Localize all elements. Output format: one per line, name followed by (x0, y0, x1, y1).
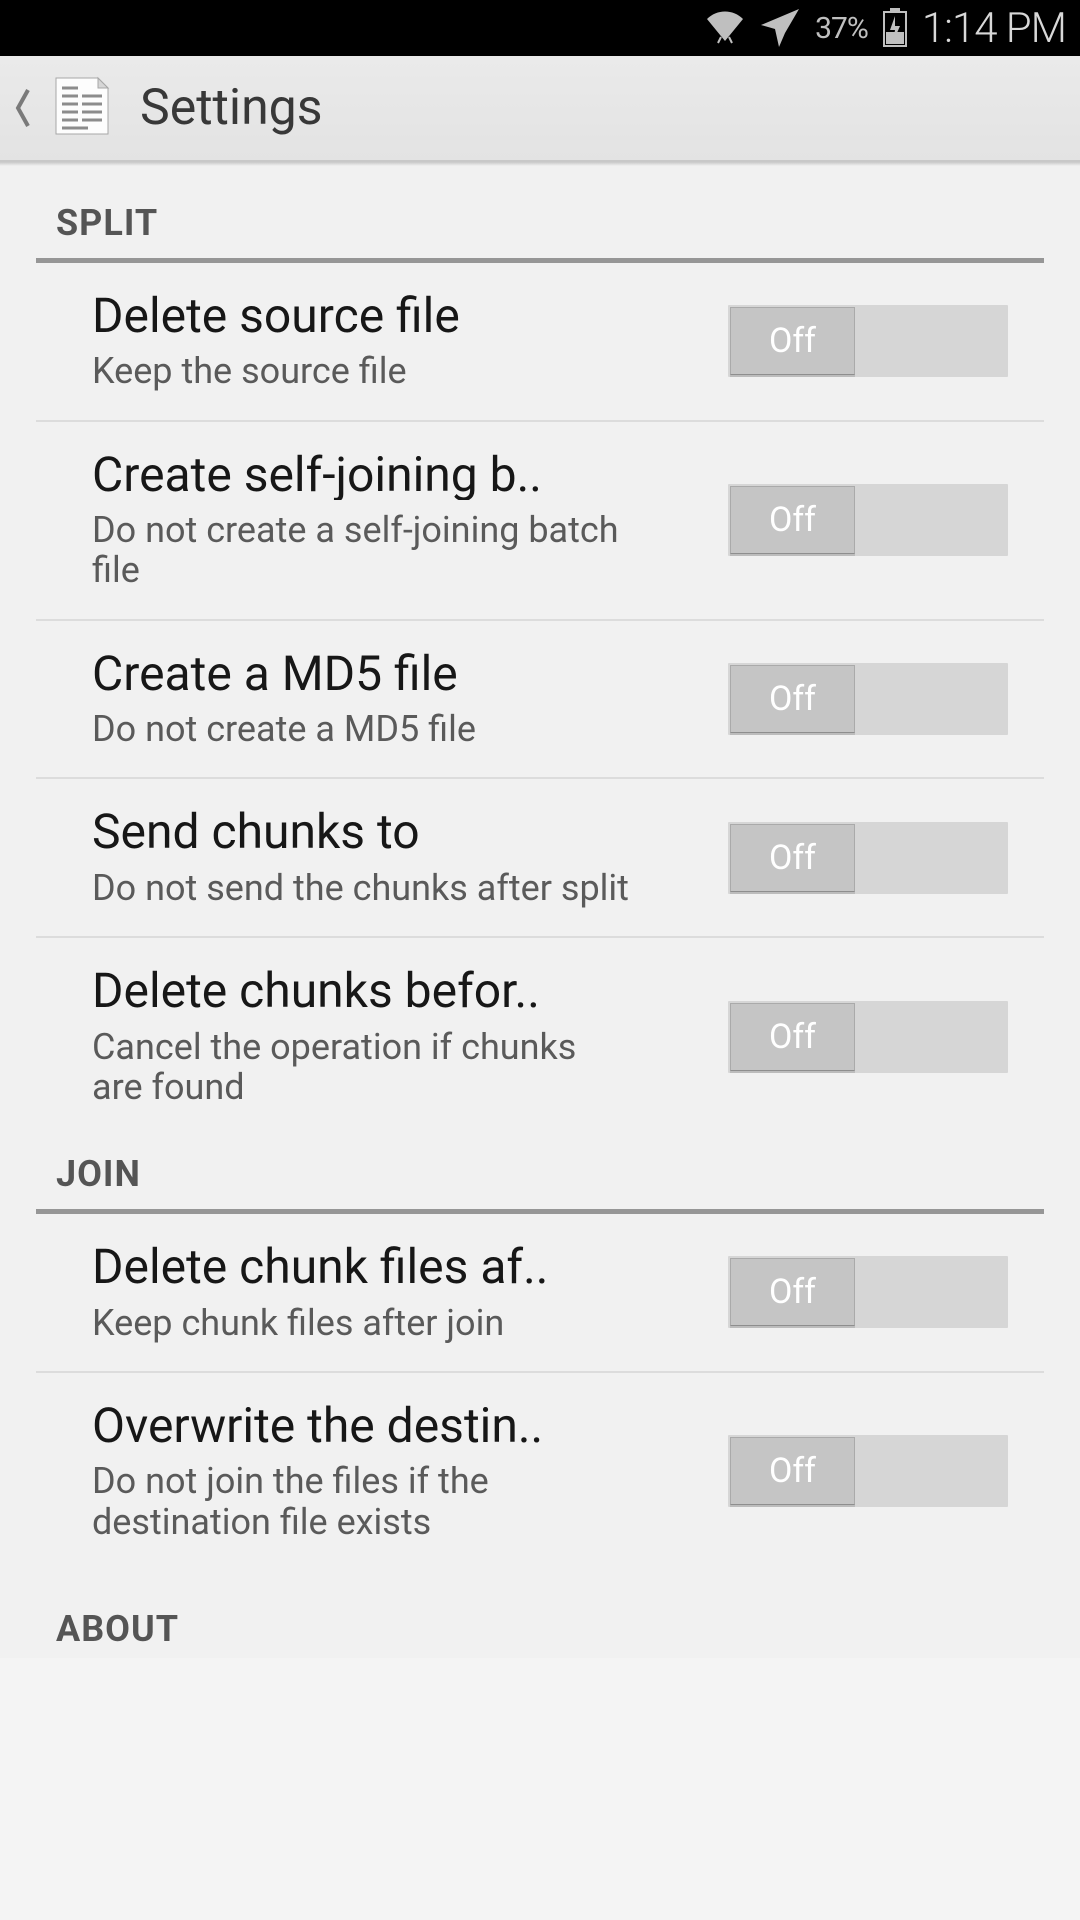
toggle-thumb: Off (730, 1258, 855, 1326)
toggle-thumb: Off (730, 824, 855, 892)
setting-title: Delete chunks befor.. (92, 966, 632, 1016)
setting-row-delete-chunks-before[interactable]: Delete chunks befor.. Cancel the operati… (36, 938, 1044, 1135)
setting-row-overwrite-destination[interactable]: Overwrite the destin.. Do not join the f… (36, 1373, 1044, 1570)
clock-time: 1:14 PM (922, 4, 1066, 53)
setting-subtitle: Do not create a MD5 file (92, 709, 632, 749)
setting-title: Delete chunk files af.. (92, 1242, 632, 1292)
battery-charging-icon (882, 8, 908, 48)
action-bar: Settings (0, 56, 1080, 162)
setting-subtitle: Keep chunk files after join (92, 1303, 632, 1343)
toggle-delete-source[interactable]: Off (728, 305, 1008, 377)
setting-subtitle: Keep the source file (92, 351, 632, 391)
setting-row-create-md5[interactable]: Create a MD5 file Do not create a MD5 fi… (36, 621, 1044, 780)
setting-subtitle: Do not create a self-joining batch file (92, 510, 632, 591)
section-header-join: JOIN (0, 1135, 1080, 1203)
toggle-overwrite-destination[interactable]: Off (728, 1435, 1008, 1507)
setting-title: Send chunks to (92, 807, 632, 857)
setting-title: Overwrite the destin.. (92, 1401, 632, 1451)
setting-title: Create a MD5 file (92, 649, 632, 699)
setting-row-delete-chunk-files-after[interactable]: Delete chunk files af.. Keep chunk files… (36, 1214, 1044, 1373)
toggle-thumb: Off (730, 307, 855, 375)
status-bar: 37% 1:14 PM (0, 0, 1080, 56)
setting-subtitle: Do not join the files if the destination… (92, 1461, 632, 1542)
section-header-split: SPLIT (0, 184, 1080, 252)
toggle-send-chunks[interactable]: Off (728, 822, 1008, 894)
toggle-create-md5[interactable]: Off (728, 663, 1008, 735)
setting-title: Create self-joining b.. (92, 450, 632, 500)
page-title: Settings (140, 79, 323, 137)
settings-content: SPLIT Delete source file Keep the source… (0, 166, 1080, 1658)
battery-percent: 37% (815, 11, 868, 46)
toggle-delete-chunks-before[interactable]: Off (728, 1001, 1008, 1073)
setting-row-create-self-joining[interactable]: Create self-joining b.. Do not create a … (36, 422, 1044, 621)
toggle-thumb: Off (730, 665, 855, 733)
app-icon[interactable] (46, 72, 118, 144)
toggle-thumb: Off (730, 1437, 855, 1505)
section-header-about: ABOUT (0, 1570, 1080, 1658)
setting-row-delete-source[interactable]: Delete source file Keep the source file … (36, 263, 1044, 422)
wifi-icon (705, 11, 745, 45)
toggle-delete-chunk-files-after[interactable]: Off (728, 1256, 1008, 1328)
setting-row-send-chunks[interactable]: Send chunks to Do not send the chunks af… (36, 779, 1044, 938)
back-icon[interactable] (10, 83, 36, 133)
setting-subtitle: Do not send the chunks after split (92, 868, 632, 908)
setting-title: Delete source file (92, 291, 632, 341)
toggle-create-self-joining[interactable]: Off (728, 484, 1008, 556)
toggle-thumb: Off (730, 1003, 855, 1071)
airplane-icon (759, 7, 801, 49)
setting-subtitle: Cancel the operation if chunks are found (92, 1027, 632, 1108)
toggle-thumb: Off (730, 486, 855, 554)
